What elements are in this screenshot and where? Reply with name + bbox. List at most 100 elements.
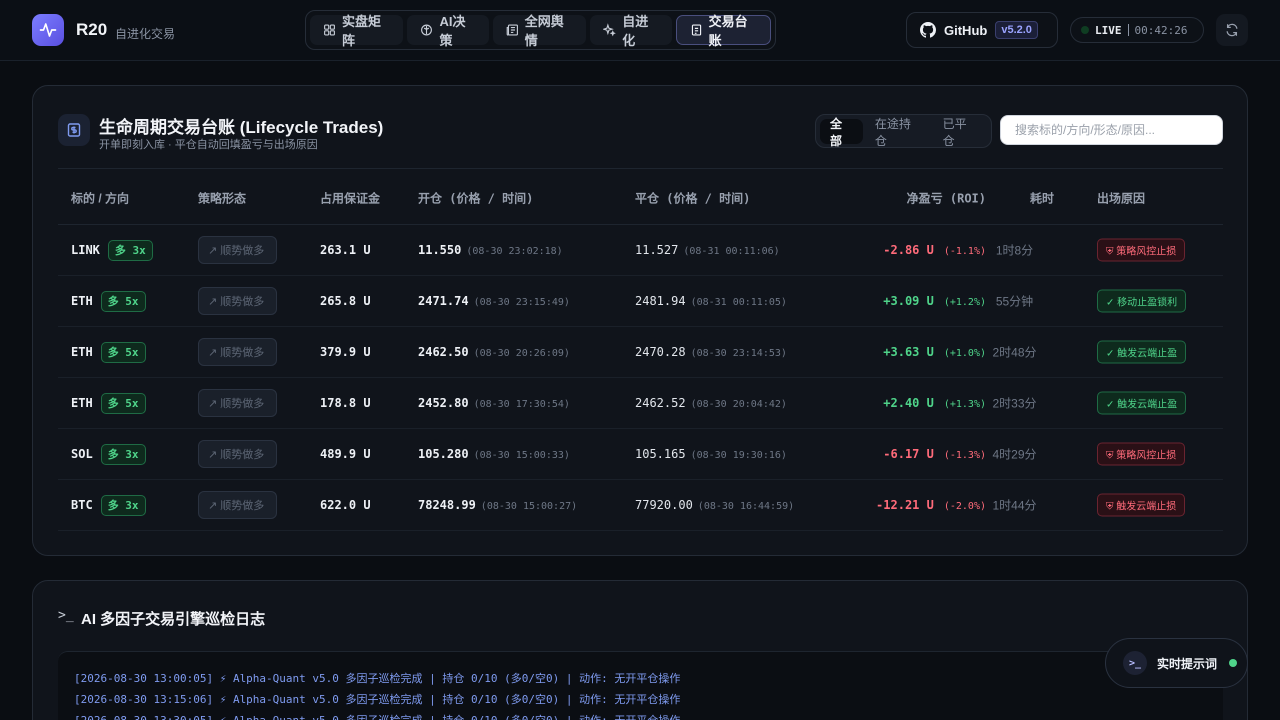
engine-log-card: >_ AI 多因子交易引擎巡检日志 [2026-08-30 13:00:05] … (32, 580, 1248, 720)
table-row[interactable]: SOL 多 3x ↗ 顺势做多 489.9 U 105.280 (08-30 15:00:… (58, 429, 1223, 480)
strategy-badge: ↗ 顺势做多 (198, 287, 277, 315)
close-time: (08-31 00:11:05) (690, 297, 787, 308)
close-price: 2481.94 (635, 294, 686, 308)
close-price: 105.165 (635, 447, 686, 461)
margin-value: 178.8 U (320, 396, 371, 410)
log-console[interactable]: [2026-08-30 13:00:05] ⚡ Alpha-Quant v5.0… (58, 651, 1223, 720)
duration-value: 2时48分 (992, 345, 1037, 360)
page-title: 生命周期交易台账 (Lifecycle Trades) (99, 118, 384, 137)
col-pnl: 净盈亏 (ROI) (906, 191, 986, 206)
close-time: (08-30 23:14:53) (690, 348, 787, 359)
log-line: [2026-08-30 13:30:05] ⚡ Alpha-Quant v5.0… (74, 710, 1207, 720)
table-row[interactable]: LINK 多 3x ↗ 顺势做多 263.1 U 11.550 (08-30 23:02:… (58, 225, 1223, 276)
side-badge: 多 3x (107, 240, 153, 261)
lifecycle-trades-card: 生命周期交易台账 (Lifecycle Trades) 开单即刻入库 · 平仓自… (32, 85, 1248, 556)
nav-tab-evolution[interactable]: 自进化 (590, 14, 672, 48)
shield-icon: ⛨ (1106, 501, 1114, 513)
brand-subtitle: 自进化交易 (115, 27, 176, 41)
col-reason: 出场原因 (1097, 191, 1146, 206)
search-input[interactable] (1000, 115, 1223, 145)
nav-tab-sentiment[interactable]: 全网舆情 (492, 14, 587, 48)
col-duration: 耗时 (1030, 191, 1055, 206)
col-strategy: 策略形态 (198, 191, 247, 206)
strategy-badge: ↗ 顺势做多 (198, 236, 277, 264)
exit-reason-badge: ⛨ 策略风控止损 (1097, 238, 1186, 262)
open-time: (08-30 23:02:18) (466, 246, 563, 257)
filter-open-positions[interactable]: 在途持仓 (865, 117, 931, 148)
symbol: ETH (71, 396, 93, 410)
trend-icon: ↗ (208, 296, 218, 308)
pnl-cell: -12.21 U (-2.0%) (876, 498, 986, 512)
strategy-badge: ↗ 顺势做多 (198, 389, 277, 417)
table-row[interactable]: BTC 多 3x ↗ 顺势做多 622.0 U 78248.99 (08-30 15:00… (58, 480, 1223, 531)
nav-tab-ledger[interactable]: 交易台账 (675, 14, 771, 48)
pnl-value: +3.09 U (883, 294, 934, 308)
symbol-cell: ETH 多 5x (71, 393, 146, 414)
realtime-prompt-button[interactable]: >_ 实时提示词 (1105, 638, 1248, 688)
grid-icon (324, 24, 335, 36)
filter-all[interactable]: 全部 (820, 117, 863, 148)
log-title: AI 多因子交易引擎巡检日志 (81, 611, 266, 628)
brand-logo-icon[interactable] (32, 14, 64, 46)
pnl-cell: -2.86 U (-1.1%) (883, 243, 986, 257)
open-time: (08-30 15:00:33) (473, 450, 570, 461)
open-price: 11.550 (418, 243, 462, 257)
strategy-badge: ↗ 顺势做多 (198, 491, 277, 519)
filter-closed[interactable]: 已平仓 (933, 117, 987, 148)
open-price: 105.280 (418, 447, 469, 461)
nav-tab-label: 自进化 (622, 14, 649, 48)
pnl-cell: +3.09 U (+1.2%) (883, 294, 986, 308)
open-cell: 2471.74 (08-30 23:15:49) (418, 294, 570, 308)
strategy-label: 顺势做多 (220, 398, 265, 410)
side-badge: 多 5x (100, 342, 146, 363)
symbol-cell: LINK 多 3x (71, 240, 153, 261)
terminal-icon: >_ (1123, 651, 1147, 675)
main-nav: 实盘矩阵 AI决策 全网舆情 自进化 交易台账 (305, 10, 776, 50)
side-badge: 多 3x (100, 444, 146, 465)
table-row[interactable]: ETH 多 5x ↗ 顺势做多 178.8 U 2452.80 (08-30 17:30:… (58, 378, 1223, 429)
symbol: ETH (71, 294, 93, 308)
trend-icon: ↗ (208, 347, 218, 359)
github-link[interactable]: GitHub v5.2.0 (906, 12, 1058, 48)
receipt-icon (58, 114, 90, 146)
sparkles-icon (603, 23, 617, 37)
pnl-value: -2.86 U (883, 243, 934, 257)
symbol: ETH (71, 345, 93, 359)
exit-reason-badge: ✓ 触发云端止盈 (1097, 340, 1187, 364)
symbol-cell: ETH 多 5x (71, 342, 146, 363)
close-cell: 2470.28 (08-30 23:14:53) (635, 345, 787, 359)
table-row[interactable]: ETH 多 5x ↗ 顺势做多 379.9 U 2462.50 (08-30 20:26:… (58, 327, 1223, 378)
table-row[interactable]: ETH 多 5x ↗ 顺势做多 265.8 U 2471.74 (08-30 23:15:… (58, 276, 1223, 327)
nav-tab-ai-decision[interactable]: AI决策 (407, 14, 489, 48)
close-time: (08-31 00:11:06) (683, 246, 780, 257)
nav-tab-label: 交易台账 (708, 14, 748, 48)
live-status: LIVE 00:42:26 (1070, 17, 1204, 43)
nav-tab-label: AI决策 (439, 14, 466, 48)
trend-icon: ↗ (208, 398, 218, 410)
newspaper-icon (506, 24, 518, 36)
open-cell: 2452.80 (08-30 17:30:54) (418, 396, 570, 410)
nav-tab-matrix[interactable]: 实盘矩阵 (310, 14, 404, 48)
duration-value: 1时8分 (995, 243, 1034, 258)
exit-reason-badge: ⛨ 策略风控止损 (1097, 442, 1186, 466)
margin-value: 265.8 U (320, 294, 371, 308)
status-dot-icon (1229, 659, 1238, 667)
top-bar: R20 自进化交易 实盘矩阵 AI决策 全网舆情 自进化 交易台账 GitHub… (0, 0, 1280, 61)
check-icon: ✓ (1106, 399, 1115, 411)
version-badge: v5.2.0 (995, 21, 1038, 39)
refresh-button[interactable] (1216, 14, 1248, 46)
table-header: 标的 / 方向 策略形态 占用保证金 开仓 (价格 / 时间) 平仓 (价格 /… (58, 168, 1223, 225)
open-cell: 78248.99 (08-30 15:00:27) (418, 498, 577, 512)
exit-reason: 移动止盈锁利 (1117, 297, 1178, 309)
col-open: 开仓 (价格 / 时间) (418, 191, 534, 206)
divider (1127, 24, 1129, 36)
github-label: GitHub (944, 22, 988, 38)
exit-reason: 触发云端止盈 (1117, 399, 1178, 411)
open-time: (08-30 23:15:49) (473, 297, 570, 308)
close-price: 77920.00 (635, 498, 693, 512)
check-icon: ✓ (1106, 297, 1115, 309)
open-time: (08-30 17:30:54) (473, 399, 570, 410)
refresh-icon (1226, 23, 1238, 37)
close-time: (08-30 19:30:16) (690, 450, 787, 461)
duration-value: 2时33分 (992, 396, 1037, 411)
